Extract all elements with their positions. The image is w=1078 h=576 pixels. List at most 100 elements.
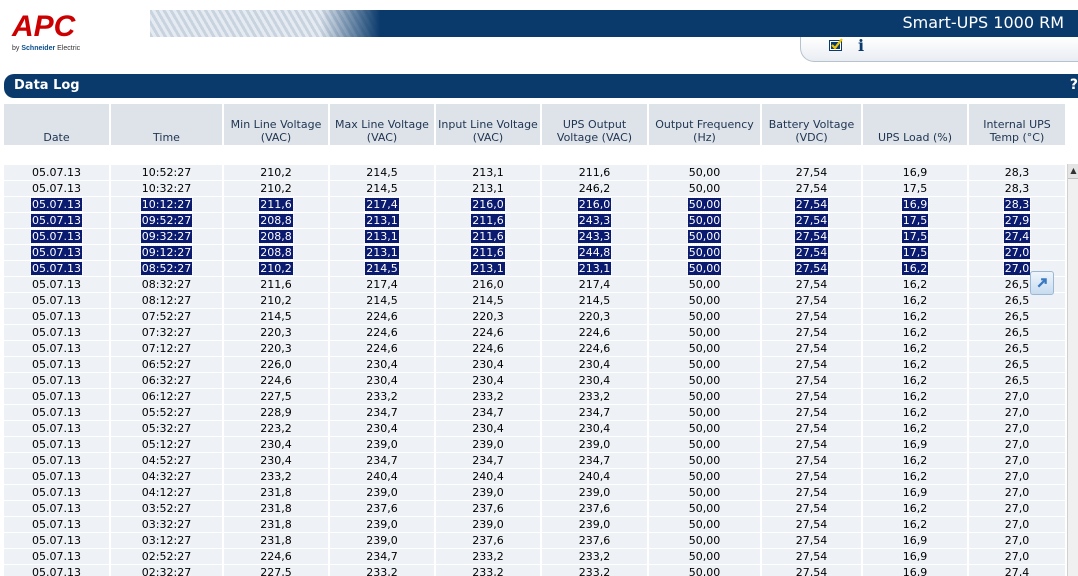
cell-value: 09:52:27	[139, 213, 194, 228]
table-row[interactable]: 05.07.13 07:52:27 214,5 224,6 220,3 220,3 50,0…	[4, 309, 1067, 325]
data-log-table: Date Time Min Line Voltage (VAC) Max Line V…	[4, 104, 1067, 576]
table-cell: 50,00	[649, 453, 762, 469]
table-row[interactable]: 05.07.13 05:12:27 230,4 239,0 239,0 239,0 50,0…	[4, 437, 1067, 453]
cell-value: 16,2	[902, 405, 928, 419]
table-row[interactable]: 05.07.13 06:32:27 224,6 230,4 230,4 230,4 50,0…	[4, 373, 1067, 389]
cell-value: 03:32:27	[141, 517, 192, 531]
table-row[interactable]: 05.07.13 04:32:27 233,2 240,4 240,4 240,4 50,0…	[4, 469, 1067, 485]
banner-fade	[320, 10, 380, 37]
cell-value: 27,9	[1002, 213, 1032, 228]
cell-value: 211,6	[470, 213, 506, 228]
cell-value: 239,0	[472, 437, 504, 451]
table-cell: 224,6	[330, 325, 436, 341]
cell-value: 217,4	[366, 277, 398, 291]
table-cell: 213,1	[330, 245, 436, 261]
table-cell: 50,00	[649, 325, 762, 341]
table-cell: 233,2	[542, 549, 649, 565]
cell-value: 16,2	[902, 373, 928, 387]
table-row[interactable]: 05.07.13 04:12:27 231,8 239,0 239,0 239,0 50,0…	[4, 485, 1067, 501]
table-row-selected[interactable]: 05.07.13 09:32:27 208,8 213,1 211,6 243,3 50,0…	[4, 229, 1067, 245]
table-cell: 27,54	[762, 501, 863, 517]
cell-value: 05.07.13	[32, 165, 81, 179]
table-row-selected[interactable]: 05.07.13 09:52:27 208,8 213,1 211,6 243,3 50,0…	[4, 213, 1067, 229]
table-cell: 27,4	[969, 565, 1067, 576]
cell-value: 05.07.13	[32, 405, 81, 419]
table-cell: 05.07.13	[4, 245, 111, 261]
cell-value: 223,2	[260, 421, 292, 435]
cell-value: 16,2	[902, 277, 928, 291]
table-cell: 02:52:27	[111, 549, 224, 565]
table-row[interactable]: 05.07.13 06:52:27 226,0 230,4 230,4 230,4 50,0…	[4, 357, 1067, 373]
table-cell: 234,7	[330, 549, 436, 565]
cell-value: 234,7	[578, 405, 611, 419]
table-cell: 230,4	[436, 421, 542, 437]
table-cell: 213,1	[330, 229, 436, 245]
table-row[interactable]: 05.07.13 10:52:27 210,2 214,5 213,1 211,6 50,0…	[4, 165, 1067, 181]
cell-value: 27,54	[795, 437, 828, 451]
table-row[interactable]: 05.07.13 08:32:27 211,6 217,4 216,0 217,4 50,0…	[4, 277, 1067, 293]
table-row-selected[interactable]: 05.07.13 10:12:27 211,6 217,4 216,0 216,0 50,0…	[4, 197, 1067, 213]
cell-value: 224,6	[578, 341, 611, 355]
table-cell: 04:52:27	[111, 453, 224, 469]
cell-value: 26,5	[1004, 325, 1030, 339]
table-cell: 05.07.13	[4, 357, 111, 373]
cell-value: 05.07.13	[32, 501, 81, 515]
cell-value: 224,6	[366, 341, 398, 355]
cell-value: 05.07.13	[30, 229, 83, 244]
cell-value: 05.07.13	[32, 181, 81, 195]
cell-value: 50,00	[688, 277, 721, 291]
table-cell: 239,0	[330, 437, 436, 453]
column-header: Date	[4, 104, 111, 145]
table-row[interactable]: 05.07.13 05:32:27 223,2 230,4 230,4 230,4 50,0…	[4, 421, 1067, 437]
section-title: Data Log	[14, 78, 80, 93]
table-cell: 27,54	[762, 389, 863, 405]
scroll-up-arrow-icon[interactable]: ▲	[1068, 164, 1078, 179]
cell-value: 27,54	[795, 421, 828, 435]
table-cell: 237,6	[542, 501, 649, 517]
table-row-selected[interactable]: 05.07.13 09:12:27 208,8 213,1 211,6 244,8 50,0…	[4, 245, 1067, 261]
table-row[interactable]: 05.07.13 03:52:27 231,8 237,6 237,6 237,6 50,0…	[4, 501, 1067, 517]
cell-value: 27,0	[1004, 549, 1030, 563]
cell-value: 50,00	[688, 293, 721, 307]
table-cell: 27,54	[762, 469, 863, 485]
table-row[interactable]: 05.07.13 08:12:27 210,2 214,5 214,5 214,5 50,0…	[4, 293, 1067, 309]
table-cell: 08:32:27	[111, 277, 224, 293]
cell-value: 27,0	[1004, 517, 1030, 531]
check-icon[interactable]	[828, 38, 844, 52]
table-cell: 220,3	[224, 325, 330, 341]
table-cell: 226,0	[224, 357, 330, 373]
table-cell: 27,0	[969, 421, 1067, 437]
table-cell: 27,54	[762, 533, 863, 549]
cell-value: 237,6	[366, 501, 398, 515]
table-row[interactable]: 05.07.13 02:32:27 227,5 233,2 233,2 233,2 50,0…	[4, 565, 1067, 576]
cell-value: 05.07.13	[32, 325, 81, 339]
table-cell: 211,6	[436, 245, 542, 261]
table-row[interactable]: 05.07.13 02:52:27 224,6 234,7 233,2 233,2 50,0…	[4, 549, 1067, 565]
table-cell: 211,6	[224, 277, 330, 293]
table-row[interactable]: 05.07.13 04:52:27 230,4 234,7 234,7 234,7 50,0…	[4, 453, 1067, 469]
table-cell: 233,2	[436, 565, 542, 576]
info-icon[interactable]: i	[858, 36, 864, 55]
table-row-selected[interactable]: 05.07.13 08:52:27 210,2 214,5 213,1 213,1 50,0…	[4, 261, 1067, 277]
cell-value: 17,5	[900, 213, 930, 228]
cell-value: 16,2	[902, 309, 928, 323]
table-row[interactable]: 05.07.13 03:32:27 231,8 239,0 239,0 239,0 50,0…	[4, 517, 1067, 533]
help-icon[interactable]: ?	[1070, 77, 1078, 93]
table-cell: 50,00	[649, 389, 762, 405]
table-row[interactable]: 05.07.13 07:32:27 220,3 224,6 224,6 224,6 50,0…	[4, 325, 1067, 341]
table-row[interactable]: 05.07.13 06:12:27 227,5 233,2 233,2 233,2 50,0…	[4, 389, 1067, 405]
cell-value: 50,00	[688, 453, 721, 467]
vertical-scrollbar[interactable]: ▲	[1067, 164, 1078, 576]
table-row[interactable]: 05.07.13 07:12:27 220,3 224,6 224,6 224,6 50,0…	[4, 341, 1067, 357]
cell-value: 27,54	[795, 309, 828, 323]
table-cell: 16,2	[863, 277, 969, 293]
export-icon[interactable]	[1030, 271, 1054, 295]
table-cell: 50,00	[649, 261, 762, 277]
table-cell: 233,2	[330, 389, 436, 405]
table-cell: 27,0	[969, 485, 1067, 501]
table-cell: 214,5	[330, 261, 436, 277]
table-cell: 224,6	[542, 325, 649, 341]
table-row[interactable]: 05.07.13 05:52:27 228,9 234,7 234,7 234,7 50,0…	[4, 405, 1067, 421]
table-row[interactable]: 05.07.13 10:32:27 210,2 214,5 213,1 246,2 50,0…	[4, 181, 1067, 197]
table-row[interactable]: 05.07.13 03:12:27 231,8 239,0 237,6 237,6 50,0…	[4, 533, 1067, 549]
